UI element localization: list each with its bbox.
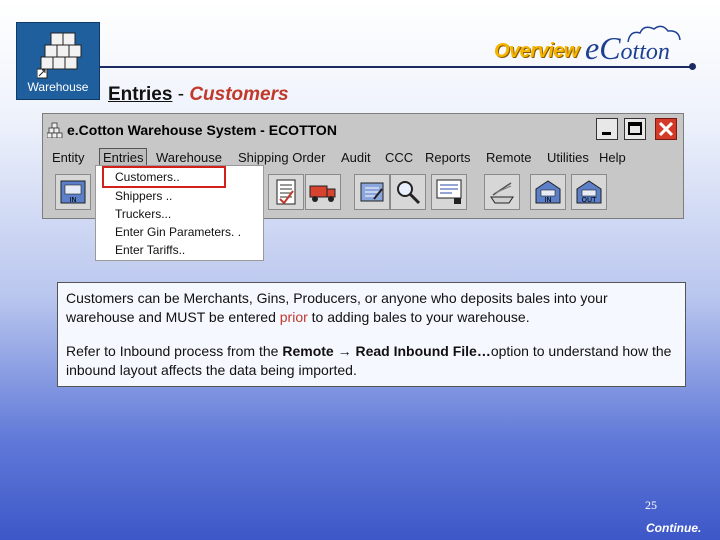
toolbar-search-button[interactable] [390,174,426,210]
report-icon [436,179,462,204]
warehouse-out-icon: OUT [576,180,602,204]
title-separator: - [172,84,190,105]
toolbar-truck-button[interactable] [305,174,341,210]
dropdown-item-gin-parameters[interactable]: Enter Gin Parameters. . [115,225,241,239]
brand-rest: otton [620,39,670,65]
logo-label: Warehouse [27,80,89,94]
window-titlebar[interactable]: e.Cotton Warehouse System - ECOTTON [43,114,683,146]
title-main: Entries [108,84,173,105]
arrow-right-icon: → [333,343,356,359]
app-icon [47,122,63,138]
menu-help[interactable]: Help [596,149,629,166]
dropdown-item-tariffs[interactable]: Enter Tariffs.. [115,243,185,257]
window-title: e.Cotton Warehouse System - ECOTTON [67,122,337,138]
info-p2-text: Refer to Inbound process from the [66,343,283,359]
warehouse-in-icon: IN [535,180,561,204]
brand-c: C [599,30,621,66]
toolbar-invoice-button[interactable] [354,174,390,210]
menu-warehouse[interactable]: Warehouse [153,149,225,166]
inbound-icon: IN [60,180,86,204]
dropdown-item-shippers[interactable]: Shippers .. [115,189,172,203]
toolbar-report-button[interactable] [431,174,467,210]
warehouse-logo-tile: Warehouse [16,22,100,100]
ecotton-brand: eCotton [585,30,670,67]
toolbar-in-label: IN [69,196,76,204]
menu-audit[interactable]: Audit [338,149,374,166]
toolbar-warehouse-in-button[interactable]: IN [530,174,566,210]
menu-reports[interactable]: Reports [422,149,474,166]
continue-link[interactable]: Continue. [646,521,701,535]
menu-remote[interactable]: Remote [483,149,535,166]
page-title: Entries - Customers [108,84,289,106]
close-icon [658,121,674,137]
brand-prefix: e [585,30,600,66]
menu-utilities[interactable]: Utilities [544,149,592,166]
toolbar-in-label-2: IN [544,196,551,204]
maximize-icon [628,122,642,135]
close-button[interactable] [655,118,677,140]
toolbar-out-label: OUT [582,196,598,204]
minimize-icon [602,132,611,135]
toolbar-scale-button[interactable] [484,174,520,210]
menu-ccc[interactable]: CCC [382,149,416,166]
minimize-button[interactable] [596,118,618,140]
checklist-icon [276,179,296,205]
dropdown-item-truckers[interactable]: Truckers... [115,207,171,221]
magnifier-icon [397,181,421,205]
invoice-icon [360,182,384,202]
toolbar-inbound-button[interactable]: IN [55,174,91,210]
title-sub: Customers [189,84,289,105]
toolbar-warehouse-out-button[interactable]: OUT [571,174,607,210]
truck-icon [309,185,336,202]
info-p2-read-inbound: Read Inbound File… [355,343,491,359]
toolbar-checklist-button[interactable] [268,174,304,210]
page-number: 25 [645,498,657,512]
info-p2-remote: Remote [282,343,334,359]
dropdown-item-customers[interactable]: Customers.. [115,170,180,184]
info-p1-prior: prior [279,309,308,325]
info-paragraph-2: Refer to Inbound process from the Remote… [66,342,677,380]
info-p1-text-end: to adding bales to your warehouse. [307,309,530,325]
overview-label: Overview [494,40,579,62]
header-rule-dot [689,63,696,70]
info-paragraph-1: Customers can be Merchants, Gins, Produc… [66,289,677,327]
menu-entity[interactable]: Entity [49,149,88,166]
menu-shipping-order[interactable]: Shipping Order [235,149,328,166]
maximize-button[interactable] [624,118,646,140]
entries-dropdown-menu: Customers.. Shippers .. Truckers... Ente… [95,165,264,261]
scale-icon [490,182,514,204]
info-box: Customers can be Merchants, Gins, Produc… [57,282,686,387]
warehouse-boxes-icon [37,32,82,79]
